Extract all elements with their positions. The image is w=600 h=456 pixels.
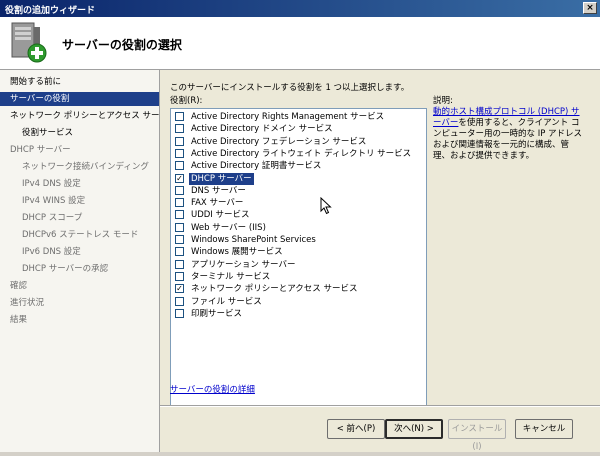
- role-details-link[interactable]: サーバーの役割の詳細: [170, 383, 255, 395]
- role-checkbox[interactable]: [175, 136, 184, 146]
- role-checkbox[interactable]: [175, 198, 184, 208]
- nav-step[interactable]: ネットワーク ポリシーとアクセス サービ...: [0, 109, 169, 123]
- role-label: FAX サーバー: [191, 198, 244, 209]
- footer-divider-highlight: [160, 406, 600, 407]
- role-label: ネットワーク ポリシーとアクセス サービス: [191, 284, 358, 295]
- wizard-header: サーバーの役割の選択: [0, 17, 600, 70]
- role-label: Active Directory 証明書サービス: [191, 161, 322, 172]
- role-checkbox[interactable]: [175, 271, 184, 281]
- role-label: アプリケーション サーバー: [191, 259, 296, 270]
- title-bar[interactable]: 役割の追加ウィザード ×: [0, 0, 600, 17]
- back-button[interactable]: < 前へ(P): [327, 419, 385, 439]
- role-checkbox[interactable]: ✓: [175, 173, 184, 183]
- role-label: ファイル サービス: [191, 296, 262, 307]
- role-checkbox[interactable]: [175, 161, 184, 171]
- nav-step[interactable]: DHCP スコープ: [0, 211, 181, 225]
- intro-text: このサーバーにインストールする役割を 1 つ以上選択します。: [170, 83, 410, 93]
- nav-step[interactable]: DHCP サーバーの承認: [0, 262, 181, 276]
- wizard-steps-nav: 開始する前に サーバーの役割 ネットワーク ポリシーとアクセス サービ... 役割サー…: [0, 70, 169, 452]
- role-checkbox[interactable]: [175, 259, 184, 269]
- nav-step[interactable]: 進行状況: [0, 296, 169, 310]
- role-checkbox[interactable]: [175, 296, 184, 306]
- role-label: ターミナル サービス: [191, 271, 271, 282]
- wizard-window: 役割の追加ウィザード × サーバーの役割の選択 開始する前に サーバーの役割 ネット…: [0, 0, 600, 452]
- role-checkbox[interactable]: [175, 210, 184, 220]
- roles-label: 役割(R):: [170, 96, 203, 106]
- nav-step[interactable]: IPv4 DNS 設定: [0, 177, 181, 191]
- nav-step[interactable]: IPv4 WINS 設定: [0, 194, 181, 208]
- server-add-icon: [11, 22, 47, 63]
- role-label: Active Directory ライトウェイト ディレクトリ サービス: [191, 148, 412, 159]
- role-label: 印刷サービス: [191, 308, 243, 319]
- nav-step[interactable]: サーバーの役割: [0, 92, 169, 106]
- role-checkbox[interactable]: ✓: [175, 284, 184, 294]
- role-label: Active Directory Rights Management サービス: [191, 112, 385, 122]
- role-checkbox[interactable]: [175, 148, 184, 158]
- role-label: Active Directory ドメイン サービス: [191, 124, 333, 135]
- nav-step[interactable]: 開始する前に: [0, 75, 169, 89]
- close-icon: ×: [586, 3, 594, 13]
- role-checkbox[interactable]: [175, 247, 184, 257]
- nav-step[interactable]: DHCP サーバー: [0, 143, 169, 157]
- nav-step[interactable]: DHCPv6 ステートレス モード: [0, 228, 181, 242]
- description-body: 動的ホスト構成プロトコル (DHCP) サーバーを使用すると、クライアント コン…: [433, 107, 583, 162]
- role-label: DHCP サーバー: [189, 172, 254, 185]
- roles-listbox[interactable]: Active Directory Rights Management サービス A…: [170, 108, 427, 407]
- next-button[interactable]: 次へ(N) >: [385, 419, 443, 439]
- mouse-cursor-icon: [320, 197, 332, 215]
- nav-step[interactable]: 確認: [0, 279, 169, 293]
- role-checkbox[interactable]: [175, 308, 184, 318]
- nav-step[interactable]: IPv6 DNS 設定: [0, 245, 181, 259]
- role-label: Windows SharePoint Services: [191, 235, 316, 245]
- role-label: Web サーバー (IIS): [191, 222, 266, 233]
- role-checkbox[interactable]: [175, 185, 184, 195]
- main-panel: このサーバーにインストールする役割を 1 つ以上選択します。 役割(R): Ac…: [160, 70, 600, 452]
- close-button[interactable]: ×: [583, 2, 597, 14]
- role-checkbox[interactable]: [175, 112, 184, 121]
- role-checkbox[interactable]: [175, 222, 184, 232]
- cancel-button[interactable]: キャンセル: [515, 419, 573, 439]
- window-title: 役割の追加ウィザード: [5, 6, 96, 16]
- install-button[interactable]: インストール(I): [448, 419, 506, 452]
- nav-step[interactable]: 結果: [0, 313, 169, 327]
- role-label: Windows 展開サービス: [191, 247, 283, 258]
- role-checkbox[interactable]: [175, 124, 184, 134]
- role-label: Active Directory フェデレーション サービス: [191, 136, 367, 147]
- role-label: UDDI サービス: [191, 210, 250, 221]
- description-title: 説明:: [433, 96, 453, 106]
- page-title: サーバーの役割の選択: [62, 38, 182, 52]
- role-checkbox[interactable]: [175, 235, 184, 244]
- nav-step[interactable]: 役割サービス: [0, 126, 181, 140]
- nav-step[interactable]: ネットワーク接続バインディング: [0, 160, 181, 174]
- role-label: DNS サーバー: [191, 185, 246, 196]
